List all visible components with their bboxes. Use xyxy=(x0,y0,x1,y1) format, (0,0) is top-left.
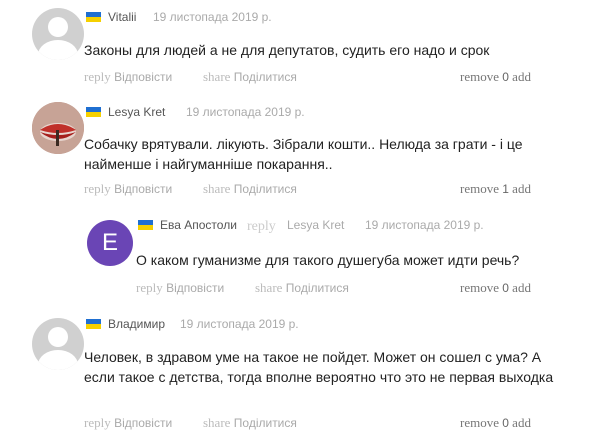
comment: Lesya Kret 19 листопада 2019 р. Собачку … xyxy=(0,95,602,205)
vote-count: 1 xyxy=(502,182,509,196)
vote-count: 0 xyxy=(502,70,509,84)
ukraine-flag-icon xyxy=(138,220,153,230)
reply-button[interactable]: Відповісти xyxy=(166,281,224,295)
comment: Владимир 19 листопада 2019 р. Человек, в… xyxy=(0,305,602,440)
reply-to-author[interactable]: Lesya Kret xyxy=(287,218,344,232)
remove-vote-button[interactable]: remove xyxy=(460,415,499,430)
remove-vote-button[interactable]: remove xyxy=(460,280,499,295)
avatar-letter: E xyxy=(101,229,118,256)
reply-ghost-label: reply xyxy=(84,69,111,84)
remove-vote-button[interactable]: remove xyxy=(460,181,499,196)
reply-comment: E Ева Апостоли reply Lesya Kret 19 листо… xyxy=(0,205,602,305)
remove-vote-button[interactable]: remove xyxy=(460,69,499,84)
reply-ghost-label: reply xyxy=(84,181,111,196)
add-vote-button[interactable]: add xyxy=(512,415,531,430)
comment-text: Собачку врятували. лікують. Зібрали кошт… xyxy=(84,136,523,172)
comment-text: Человек, в здравом уме на такое не пойде… xyxy=(84,349,554,385)
comment-text: О каком гуманизме для такого душегуба мо… xyxy=(136,252,520,268)
reply-ghost-label: reply xyxy=(84,415,111,430)
comment-date: 19 листопада 2019 р. xyxy=(180,317,299,331)
share-ghost-label: share xyxy=(203,181,231,196)
reply-indicator: reply xyxy=(247,219,276,234)
reply-button[interactable]: Відповісти xyxy=(114,416,172,430)
add-vote-button[interactable]: add xyxy=(512,69,531,84)
share-ghost-label: share xyxy=(203,415,231,430)
vote-count: 0 xyxy=(502,281,509,295)
comment-author[interactable]: Ева Апостоли xyxy=(160,218,237,232)
comment-author[interactable]: Владимир xyxy=(108,317,165,331)
comment: Vitalii 19 листопада 2019 р. Законы для … xyxy=(0,0,602,95)
avatar[interactable]: E xyxy=(87,220,133,266)
avatar[interactable] xyxy=(32,318,84,370)
comment-author[interactable]: Vitalii xyxy=(108,10,136,24)
reply-button[interactable]: Відповісти xyxy=(114,70,172,84)
comment-date: 19 листопада 2019 р. xyxy=(365,218,484,232)
comment-text: Законы для людей а не для депутатов, суд… xyxy=(84,42,490,58)
share-button[interactable]: Поділитися xyxy=(234,416,297,430)
ukraine-flag-icon xyxy=(86,107,101,117)
share-button[interactable]: Поділитися xyxy=(234,70,297,84)
share-ghost-label: share xyxy=(255,280,283,295)
add-vote-button[interactable]: add xyxy=(512,280,531,295)
avatar[interactable] xyxy=(32,8,84,60)
reply-button[interactable]: Відповісти xyxy=(114,182,172,196)
reply-ghost-label: reply xyxy=(136,280,163,295)
vote-count: 0 xyxy=(502,416,509,430)
comment-author[interactable]: Lesya Kret xyxy=(108,105,165,119)
profile-photo-icon xyxy=(32,102,84,154)
share-button[interactable]: Поділитися xyxy=(234,182,297,196)
avatar[interactable] xyxy=(32,102,84,154)
ukraine-flag-icon xyxy=(86,319,101,329)
comment-date: 19 листопада 2019 р. xyxy=(186,105,305,119)
share-button[interactable]: Поділитися xyxy=(286,281,349,295)
comment-date: 19 листопада 2019 р. xyxy=(153,10,272,24)
share-ghost-label: share xyxy=(203,69,231,84)
add-vote-button[interactable]: add xyxy=(512,181,531,196)
ukraine-flag-icon xyxy=(86,12,101,22)
